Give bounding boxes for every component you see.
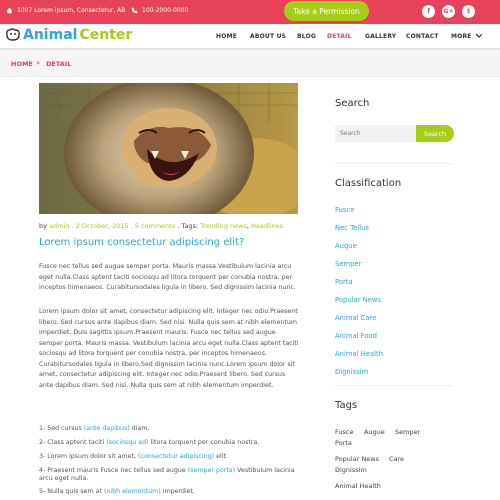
- classification-heading: Classification: [335, 178, 402, 189]
- tag-link[interactable]: Popular News: [335, 455, 379, 463]
- logo[interactable]: Animal Center: [5, 27, 132, 43]
- meta-tag-separator: ,: [246, 222, 249, 230]
- meta-tags-prefix: . Tags:: [177, 222, 199, 230]
- list-item: 3- Lorem ipsum dolor sit amet, (consecte…: [39, 453, 228, 460]
- meta-by: by: [39, 222, 47, 230]
- chevron-down-icon: [475, 33, 483, 38]
- tag-link[interactable]: Semper: [395, 428, 420, 436]
- phone-text: 100-2000-0000: [142, 7, 189, 14]
- list-item: 2- Class aptent taciti (sociosqu ad) lit…: [39, 439, 260, 446]
- home-icon: [6, 7, 13, 14]
- tag-link[interactable]: Care: [389, 455, 404, 463]
- breadcrumb-current: DETAIL: [46, 60, 72, 68]
- category-link[interactable]: Animal Health: [335, 350, 383, 358]
- breadcrumb: HOME » DETAIL: [0, 50, 500, 77]
- take-permission-button[interactable]: Take a Permission: [284, 1, 369, 21]
- brand-word-2: Center: [79, 27, 133, 43]
- phone: 100-2000-0000: [131, 7, 188, 14]
- tag-link[interactable]: Porta: [335, 439, 352, 447]
- tag-link[interactable]: Dignissim: [335, 466, 367, 474]
- list-item: 1- Sed cursus (ante dapibus) diam.: [39, 425, 150, 432]
- breadcrumb-home[interactable]: HOME: [11, 60, 33, 68]
- tag-link[interactable]: Fusce: [335, 428, 353, 436]
- article-list: 1- Sed cursus (ante dapibus) diam. 2- Cl…: [39, 425, 301, 500]
- brand-word-1: Animal: [23, 27, 78, 43]
- category-link[interactable]: Augue: [335, 242, 357, 250]
- google-plus-icon[interactable]: G+: [442, 5, 455, 18]
- lion-photo: [39, 83, 298, 214]
- nav-gallery[interactable]: GALLERY: [365, 33, 396, 40]
- tag-link[interactable]: Animal Health: [335, 482, 381, 490]
- list-highlight-link[interactable]: (semper porta): [188, 467, 235, 474]
- nav-contact[interactable]: CONTACT: [406, 33, 439, 40]
- nav-more[interactable]: MORE: [451, 33, 483, 40]
- article-paragraph: Fusce nec tellus sed augue semper porta.…: [39, 263, 296, 291]
- meta-tag-link[interactable]: Headlines: [251, 222, 283, 230]
- address-text: 1007 Lorem ipsum, Consectetur, AB: [17, 7, 126, 14]
- tags-heading: Tags: [335, 400, 358, 411]
- divider: [335, 163, 453, 164]
- facebook-icon[interactable]: f: [422, 5, 435, 18]
- chevron-right-icon: »: [36, 59, 41, 67]
- category-link[interactable]: Animal Food: [335, 332, 377, 340]
- category-link[interactable]: Dignissim: [335, 368, 368, 376]
- nav-home[interactable]: HOME: [216, 33, 237, 40]
- list-item: 5- Nulla quis sem at (nibh elementum) im…: [39, 488, 196, 495]
- category-link[interactable]: Popular News: [335, 296, 381, 304]
- paw-logo-icon: [6, 28, 20, 41]
- header: Animal Center HOME ABOUT US BLOG DETAIL …: [0, 24, 500, 50]
- article-title: Lorem ipsum consectetur adipiscing elit?: [39, 237, 245, 248]
- nav-more-label: MORE: [451, 33, 472, 40]
- list-item: 4- Praesent mauris Fusce nec tellus sed …: [39, 467, 295, 482]
- list-highlight-link[interactable]: (ante dapibus): [84, 425, 130, 432]
- category-link[interactable]: Fusce: [335, 206, 354, 214]
- list-highlight-link[interactable]: (sociosqu ad): [106, 439, 148, 446]
- divider: [335, 385, 453, 386]
- nav-blog[interactable]: BLOG: [297, 33, 316, 40]
- phone-icon: [131, 7, 138, 14]
- search-input[interactable]: [335, 125, 416, 142]
- article-meta: by admin . 2 October, 2015 . 5 comments …: [39, 222, 283, 230]
- nav-detail[interactable]: DETAIL: [327, 33, 352, 40]
- list-highlight-link[interactable]: (nibh elementum): [104, 488, 161, 495]
- search-button[interactable]: Search: [416, 125, 454, 142]
- twitter-icon[interactable]: t: [462, 5, 475, 18]
- tag-link[interactable]: Augue: [364, 428, 385, 436]
- category-link[interactable]: Porta: [335, 278, 353, 286]
- meta-author-link[interactable]: admin: [49, 222, 69, 230]
- category-link[interactable]: Animal Care: [335, 314, 376, 322]
- meta-comments-link[interactable]: 5 comments: [135, 222, 175, 230]
- nav-about-us[interactable]: ABOUT US: [250, 33, 286, 40]
- article-paragraph: Lorem ipsum dolor sit amet, consectetur …: [39, 308, 299, 389]
- search-heading: Search: [335, 98, 370, 109]
- list-highlight-link[interactable]: (consectetur adipiscing): [138, 453, 214, 460]
- top-bar: 1007 Lorem ipsum, Consectetur, AB 100-20…: [0, 0, 500, 24]
- meta-tag-link[interactable]: Trending news: [200, 222, 247, 230]
- meta-date: . 2 October, 2015 .: [71, 222, 133, 230]
- address: 1007 Lorem ipsum, Consectetur, AB: [6, 7, 125, 14]
- category-link[interactable]: Semper: [335, 260, 361, 268]
- category-link[interactable]: Nec Tellus: [335, 224, 369, 232]
